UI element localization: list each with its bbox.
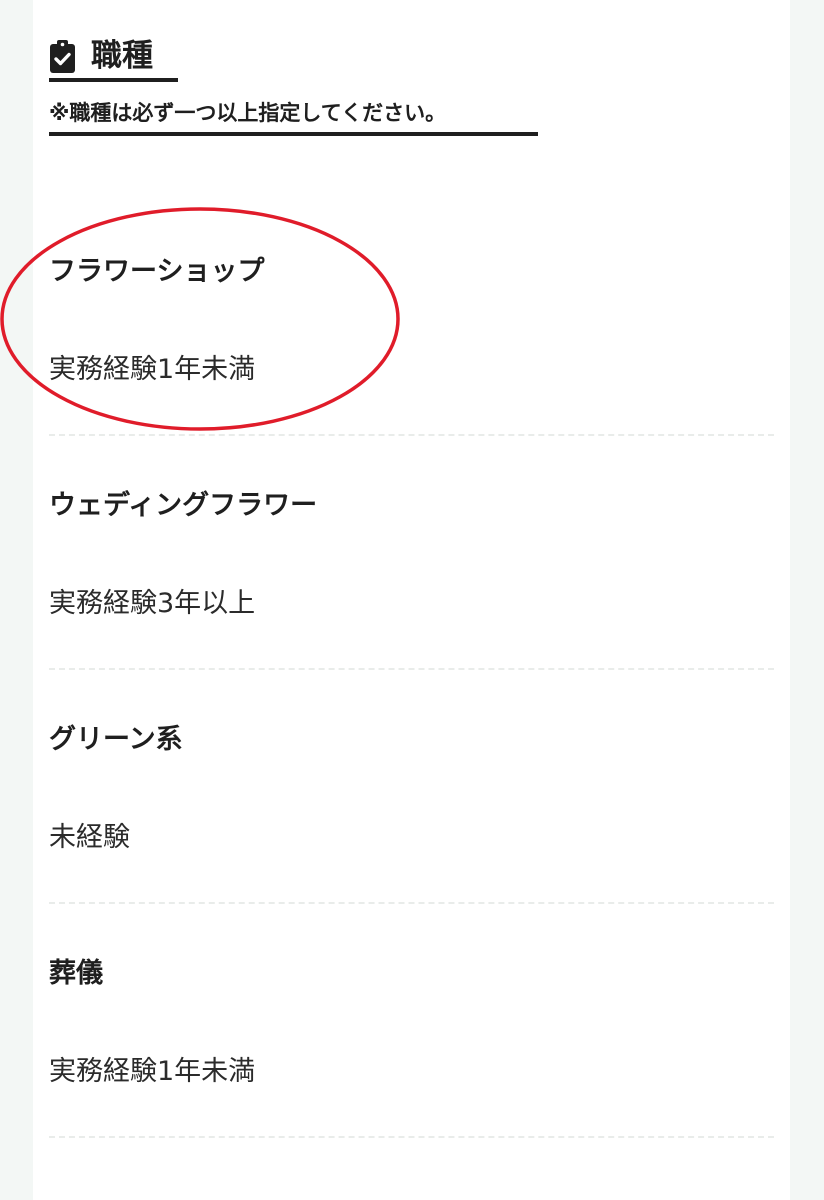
clipboard-check-icon [50, 40, 75, 73]
job-name: 葬儀 [49, 958, 103, 989]
job-experience: 未経験 [49, 822, 130, 853]
job-item: ウェディングフラワー 実務経験3年以上 [49, 436, 774, 670]
job-name: グリーン系 [49, 724, 183, 755]
job-item: フラワーショップ 実務経験1年未満 [49, 202, 774, 436]
job-item: 葬儀 実務経験1年未満 [49, 904, 774, 1138]
job-name: フラワーショップ [49, 256, 265, 287]
job-type-card: 職種 ※職種は必ず一つ以上指定してください。 フラワーショップ 実務経験1年未満… [33, 0, 790, 1200]
section-header: 職種 [49, 34, 178, 82]
required-note: ※職種は必ず一つ以上指定してください。 [49, 98, 538, 136]
job-list: フラワーショップ 実務経験1年未満 ウェディングフラワー 実務経験3年以上 グリ… [49, 202, 774, 1138]
job-name: ウェディングフラワー [49, 490, 318, 521]
job-item: グリーン系 未経験 [49, 670, 774, 904]
job-experience: 実務経験1年未満 [49, 1056, 256, 1087]
job-experience: 実務経験3年以上 [49, 588, 256, 619]
job-experience: 実務経験1年未満 [49, 354, 256, 385]
section-title: 職種 [91, 38, 153, 74]
